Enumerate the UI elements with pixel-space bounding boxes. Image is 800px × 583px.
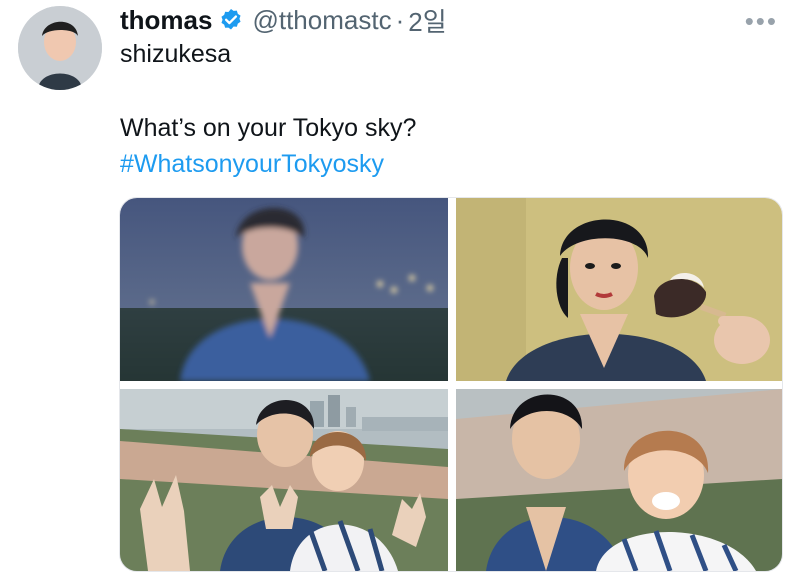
author-handle[interactable]: @tthomastc: [252, 5, 391, 36]
photo-3-image: [120, 389, 448, 571]
media-photo-2[interactable]: [456, 198, 782, 381]
avatar-photo: [18, 6, 102, 90]
more-horizontal-icon[interactable]: •••: [745, 6, 778, 37]
separator-dot: ·: [395, 4, 405, 35]
tweet-header: thomas @tthomastc · 2일: [120, 0, 447, 40]
tweet-text: What’s on your Tokyo sky?: [120, 114, 417, 142]
photo-4-image: [456, 389, 782, 571]
photo-1-image: [120, 198, 448, 381]
media-grid: [119, 197, 783, 572]
media-photo-1[interactable]: [120, 198, 448, 381]
media-photo-3[interactable]: [120, 389, 448, 571]
tweet-subline: shizukesa: [120, 40, 232, 68]
verified-badge-icon: [221, 8, 242, 30]
timestamp[interactable]: 2일: [408, 2, 446, 39]
media-photo-4[interactable]: [456, 389, 782, 571]
photo-2-image: [456, 198, 782, 381]
author-avatar[interactable]: [18, 6, 102, 90]
hashtag-link[interactable]: #WhatsonyourTokyosky: [120, 150, 384, 179]
author-name[interactable]: thomas: [120, 5, 212, 36]
